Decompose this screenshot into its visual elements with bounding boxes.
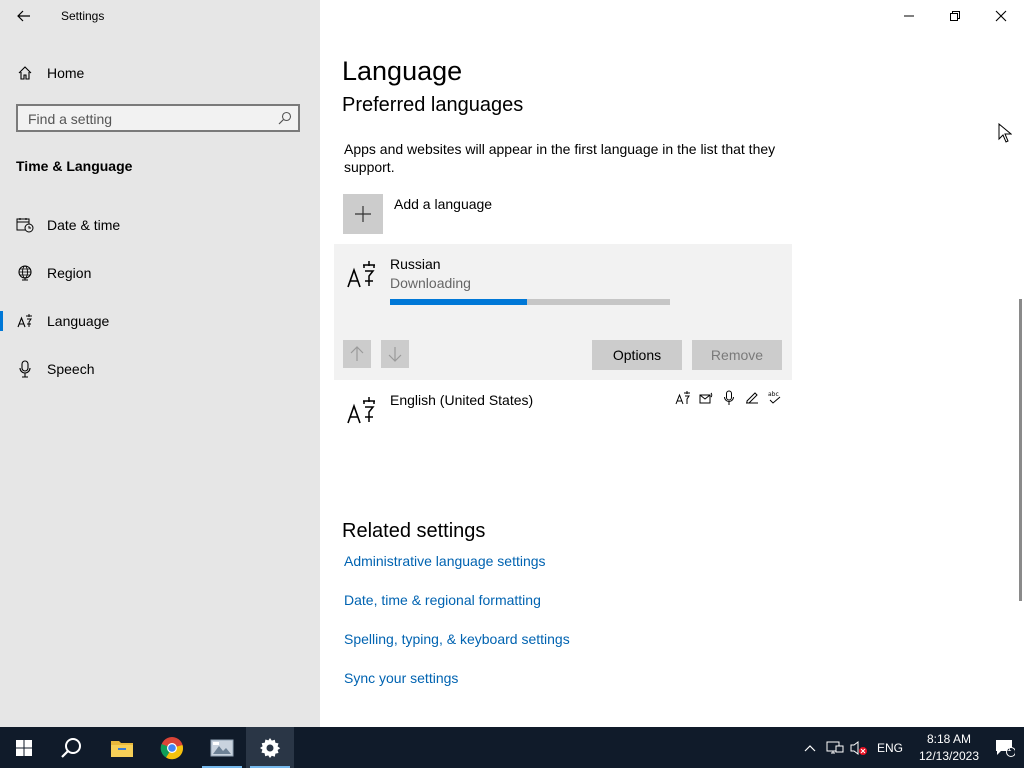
language-name: English (United States) (390, 392, 534, 408)
link-date-time-regional-formatting[interactable]: Date, time & regional formatting (344, 592, 541, 608)
sidebar-item-language[interactable]: Language (0, 301, 320, 341)
download-progress-fill (390, 299, 528, 305)
page-title: Language (342, 56, 463, 86)
language-icon (347, 397, 375, 424)
taskbar-chrome[interactable] (148, 727, 196, 768)
arrow-up-icon (350, 346, 364, 361)
taskbar-settings[interactable] (246, 727, 294, 768)
minimize-icon (904, 15, 914, 17)
taskbar-app[interactable] (198, 727, 246, 768)
action-center-button[interactable]: 1 (990, 727, 1020, 768)
plus-icon (355, 206, 371, 222)
arrow-down-icon (388, 347, 402, 362)
language-icon (16, 312, 34, 330)
chrome-icon (160, 736, 184, 759)
language-status: Downloading (390, 275, 471, 291)
sidebar: Settings Home Time & Language Date & tim… (0, 0, 320, 727)
text-to-speech-icon (697, 390, 714, 406)
sidebar-item-speech[interactable]: Speech (0, 349, 320, 389)
language-features: abc (674, 390, 783, 406)
move-up-button[interactable] (343, 340, 371, 368)
add-language-tile (343, 194, 383, 234)
options-button[interactable]: Options (592, 340, 682, 370)
search-input[interactable] (26, 109, 270, 129)
notification-count: 1 (1007, 744, 1012, 753)
handwriting-icon (743, 390, 760, 406)
link-sync-settings[interactable]: Sync your settings (344, 670, 458, 686)
link-administrative-language-settings[interactable]: Administrative language settings (344, 553, 546, 569)
chevron-up-icon (804, 744, 816, 751)
search-icon[interactable] (278, 111, 292, 125)
back-button[interactable] (12, 4, 36, 28)
close-button[interactable] (978, 0, 1024, 32)
network-icon (826, 741, 844, 753)
svg-text:abc: abc (768, 391, 779, 398)
minimize-button[interactable] (886, 0, 932, 32)
sidebar-item-region[interactable]: Region (0, 253, 320, 293)
speech-recognition-icon (720, 390, 737, 406)
section-heading: Preferred languages (342, 94, 524, 116)
file-explorer-icon (111, 740, 133, 757)
remove-button[interactable]: Remove (692, 340, 782, 370)
sidebar-item-label: Region (47, 265, 92, 281)
search-icon (61, 737, 81, 758)
back-arrow-icon (17, 10, 30, 22)
taskbar: ENG 8:18 AM 12/13/2023 1 (0, 727, 1024, 768)
calendar-clock-icon (16, 216, 34, 234)
language-icon (347, 261, 375, 288)
scrollbar[interactable] (1019, 299, 1022, 601)
clock-time: 8:18 AM (926, 731, 972, 746)
app-icon (210, 739, 234, 756)
taskbar-search-button[interactable] (48, 727, 96, 768)
home-icon (16, 64, 34, 82)
clock[interactable]: 8:18 AM 12/13/2023 (910, 727, 988, 768)
title-bar: Settings (0, 0, 320, 32)
sidebar-item-date-time[interactable]: Date & time (0, 205, 320, 245)
start-icon (16, 739, 32, 756)
globe-icon (16, 264, 34, 282)
link-spelling-typing-keyboard[interactable]: Spelling, typing, & keyboard settings (344, 631, 570, 647)
sidebar-item-label: Speech (47, 361, 95, 377)
mouse-cursor-icon (998, 123, 1012, 143)
taskbar-file-explorer[interactable] (98, 727, 146, 768)
microphone-icon (16, 360, 34, 378)
volume-muted-icon (850, 740, 867, 755)
show-hidden-icons-button[interactable] (800, 727, 820, 768)
spelling-icon: abc (766, 390, 783, 406)
move-down-button[interactable] (381, 340, 409, 368)
sidebar-item-label: Home (47, 65, 85, 81)
volume-button[interactable] (848, 727, 870, 768)
network-button[interactable] (824, 727, 846, 768)
input-language-indicator[interactable]: ENG (874, 727, 906, 768)
clock-date: 12/13/2023 (918, 748, 980, 763)
search-box[interactable] (16, 104, 300, 132)
sidebar-item-label: Date & time (47, 217, 121, 233)
sidebar-item-home[interactable]: Home (0, 53, 320, 93)
restore-icon (950, 11, 960, 21)
notification-icon (996, 739, 1015, 757)
download-progress-bar (390, 299, 670, 305)
section-title: Time & Language (16, 158, 133, 174)
language-item-russian[interactable]: Russian Downloading Options Remove (334, 244, 792, 380)
display-language-icon (674, 390, 691, 406)
sidebar-item-label: Language (47, 313, 110, 329)
description-text: Apps and websites will appear in the fir… (344, 141, 776, 175)
add-language-label: Add a language (394, 196, 493, 212)
settings-icon (260, 737, 281, 758)
restore-button[interactable] (932, 0, 978, 32)
add-language-button[interactable]: Add a language (343, 194, 643, 234)
close-icon (995, 10, 1007, 22)
language-name: Russian (390, 256, 441, 272)
related-settings-heading: Related settings (342, 520, 486, 542)
app-title: Settings (61, 9, 105, 23)
language-item-english[interactable]: English (United States) abc (334, 380, 792, 436)
start-button[interactable] (0, 727, 48, 768)
